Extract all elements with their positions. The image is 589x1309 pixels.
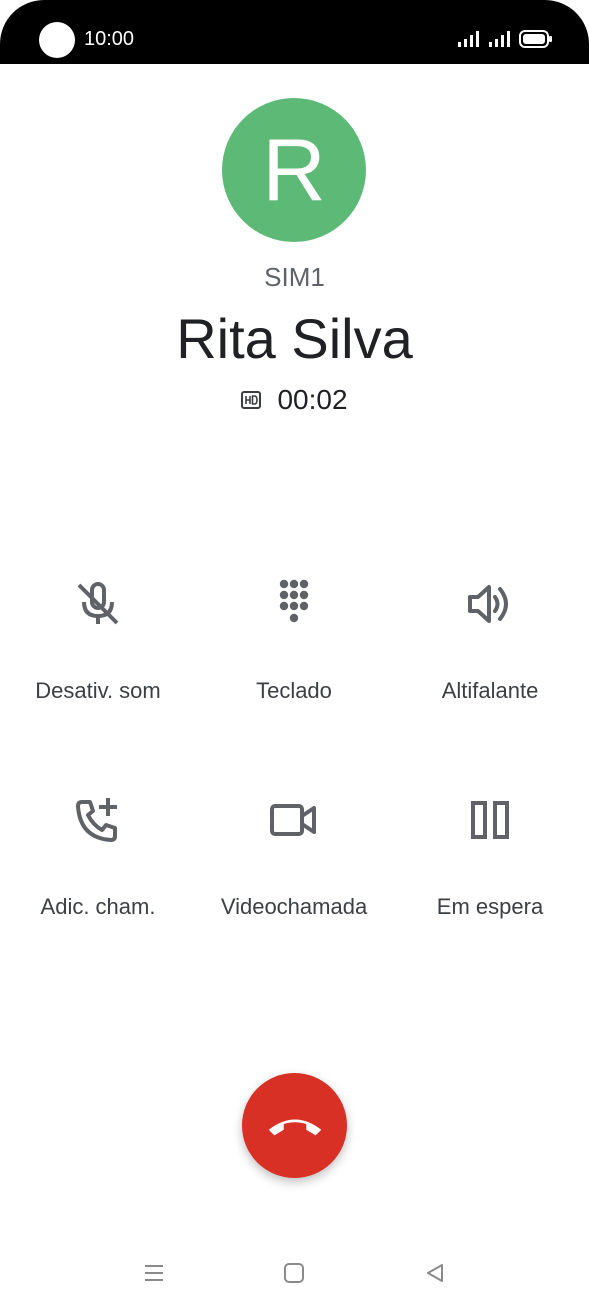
videocam-icon <box>270 804 316 836</box>
add-call-button[interactable]: Adic. cham. <box>0 792 196 932</box>
end-call-button[interactable] <box>242 1073 347 1178</box>
hd-icon <box>241 391 262 409</box>
menu-icon <box>145 1265 163 1281</box>
mute-button[interactable]: Desativ. som <box>0 576 196 716</box>
speaker-icon <box>468 585 508 623</box>
call-duration: 00:02 <box>277 384 348 415</box>
home-button[interactable] <box>279 1258 309 1288</box>
avatar: R <box>222 98 366 242</box>
status-time: 10:00 <box>84 28 135 50</box>
mic-off-icon <box>77 582 119 625</box>
mute-label: Desativ. som <box>35 678 161 703</box>
status-bar: 10:00 <box>0 0 589 64</box>
caller-name: Rita Silva <box>176 307 413 370</box>
add-call-icon <box>76 798 117 842</box>
call-end-icon <box>268 1118 321 1135</box>
battery-icon <box>519 30 552 48</box>
video-call-label: Videochamada <box>220 894 368 919</box>
signal-icon <box>489 31 510 47</box>
speaker-label: Altifalante <box>441 678 539 703</box>
call-screen: 10:00 R SIM1 Rita Silva 00:02 Desativ. s… <box>0 0 589 1309</box>
back-button[interactable] <box>420 1258 450 1288</box>
keypad-button[interactable]: Teclado <box>196 576 392 716</box>
video-call-button[interactable]: Videochamada <box>196 792 392 932</box>
sim-label: SIM1 <box>264 262 325 292</box>
recent-apps-button[interactable] <box>139 1258 169 1288</box>
pause-icon <box>471 801 509 839</box>
back-icon <box>427 1264 443 1282</box>
avatar-letter: R <box>262 120 326 219</box>
speaker-button[interactable]: Altifalante <box>392 576 588 716</box>
camera-cutout <box>39 22 75 58</box>
signal-icon <box>458 31 479 47</box>
keypad-label: Teclado <box>256 678 332 703</box>
hold-label: Em espera <box>436 894 544 919</box>
dialpad-icon <box>279 579 309 623</box>
home-icon <box>284 1263 304 1283</box>
hold-button[interactable]: Em espera <box>392 792 588 932</box>
call-duration-row: 00:02 <box>0 384 589 416</box>
add-call-label: Adic. cham. <box>40 894 156 919</box>
